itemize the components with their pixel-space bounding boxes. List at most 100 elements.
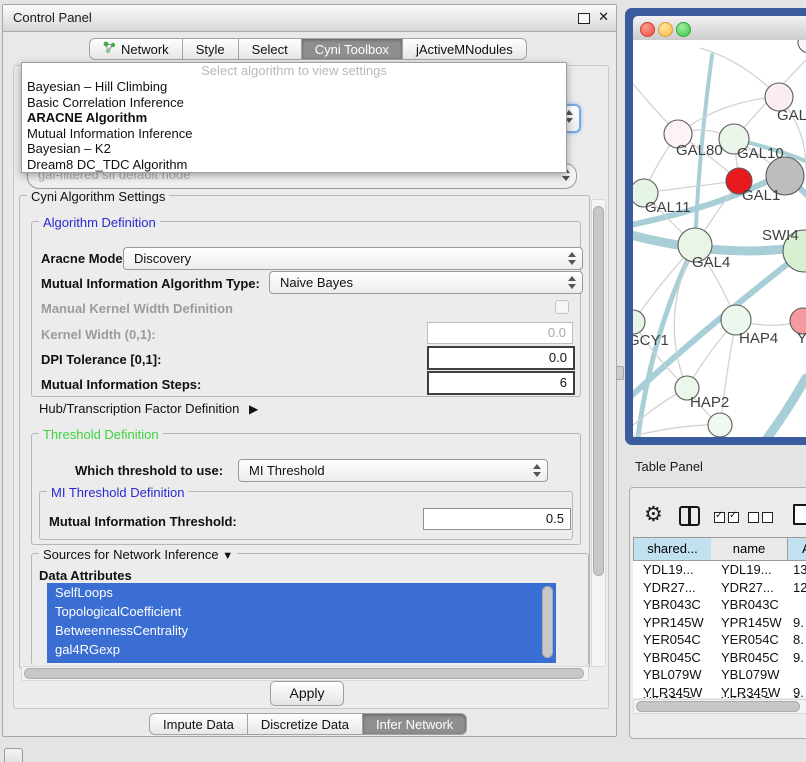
dpi-tolerance-field[interactable]: 0.0 — [427, 346, 575, 370]
dropdown-item[interactable]: Bayesian – Hill Climbing — [22, 79, 566, 95]
table-cell[interactable]: 8. — [793, 631, 806, 649]
dropdown-item[interactable]: Bayesian – K2 — [22, 141, 566, 157]
dropdown-item[interactable]: Dream8 DC_TDC Algorithm — [22, 157, 566, 173]
list-item[interactable]: BetweennessCentrality — [47, 621, 556, 640]
table-cell[interactable] — [793, 666, 806, 684]
settings-hscrollbar-track[interactable] — [21, 666, 589, 681]
network-canvas[interactable]: GAL GAL80 GAL10 GAL1 GAL11 SWI4 GAL4 GCY… — [633, 40, 806, 437]
network-node[interactable] — [798, 40, 806, 53]
table-cell[interactable]: 9. — [793, 693, 806, 698]
table-cell[interactable]: YBL079W — [643, 666, 713, 684]
table-cell[interactable]: YER054C — [721, 631, 789, 649]
table-cell[interactable]: YDR27... — [643, 579, 713, 597]
list-item-partial[interactable] — [47, 659, 556, 663]
bottom-tabbar: Impute Data Discretize Data Infer Networ… — [149, 713, 467, 735]
node-label: GAL1 — [742, 187, 780, 204]
select-all-checkboxes-icon[interactable] — [714, 510, 742, 528]
node-label: Y — [797, 330, 806, 347]
close-icon[interactable]: ✕ — [598, 9, 609, 25]
deselect-all-checkboxes-icon[interactable] — [748, 510, 776, 528]
settings-hscrollbar-thumb[interactable] — [24, 668, 584, 679]
table-cell[interactable]: YDR27... — [721, 579, 789, 597]
data-attributes-list: SelfLoops TopologicalCoefficient Between… — [47, 583, 556, 663]
sources-collapser[interactable]: Sources for Network Inference ▼ — [39, 547, 237, 562]
table-cell[interactable]: 12 — [793, 579, 806, 597]
table-cell[interactable]: 9. — [793, 614, 806, 632]
aracne-mode-combobox[interactable]: Discovery — [123, 247, 583, 270]
node-label: HAP2 — [690, 394, 729, 411]
table-cell[interactable]: YPR145W — [643, 614, 713, 632]
table-cell[interactable]: YBR043C — [721, 596, 789, 614]
node-label: HAP4 — [739, 330, 778, 347]
kernel-width-field[interactable]: 0.0 — [427, 322, 573, 344]
table-cell[interactable]: YBR043C — [643, 596, 713, 614]
table-cell[interactable] — [793, 596, 806, 614]
network-view-window: GAL GAL80 GAL10 GAL1 GAL11 SWI4 GAL4 GCY… — [625, 8, 806, 445]
dropdown-item[interactable]: Mutual Information Inference — [22, 126, 566, 142]
mi-threshold-label: Mutual Information Threshold: — [49, 514, 237, 529]
tab-discretize-data[interactable]: Discretize Data — [248, 713, 363, 735]
manual-kernel-label: Manual Kernel Width Definition — [41, 301, 233, 316]
table-hscrollbar-track[interactable] — [633, 699, 806, 714]
table-cell[interactable]: YBL079W — [721, 666, 789, 684]
settings-gear-icon[interactable]: ⚙ — [644, 504, 663, 526]
network-window-titlebar[interactable] — [633, 16, 806, 41]
splitpane-divider-handle[interactable] — [616, 366, 624, 380]
table-cell[interactable]: YDL19... — [643, 561, 713, 579]
kernel-width-label: Kernel Width (0,1): — [41, 327, 156, 342]
dropdown-item[interactable]: Basic Correlation Inference — [22, 95, 566, 111]
table-cell[interactable]: YER054C — [643, 631, 713, 649]
table-cell[interactable]: YDL19... — [721, 561, 789, 579]
split-columns-icon[interactable] — [679, 506, 700, 526]
group-title: Cyni Algorithm Settings — [27, 189, 169, 204]
minimize-traffic-light-icon[interactable] — [658, 22, 673, 37]
tab-cyni-toolbox[interactable]: Cyni Toolbox — [302, 38, 403, 60]
apply-button[interactable]: Apply — [270, 681, 344, 706]
network-node-gcy1[interactable] — [633, 310, 645, 334]
column-header-partial[interactable]: A — [788, 537, 806, 561]
close-traffic-light-icon[interactable] — [640, 22, 655, 37]
minimized-panel-icon[interactable] — [4, 748, 23, 762]
settings-vscrollbar-thumb[interactable] — [593, 206, 604, 576]
mi-type-label: Mutual Information Algorithm Type: — [41, 276, 260, 291]
mi-type-combobox[interactable]: Naive Bayes — [269, 271, 583, 294]
table-cell[interactable]: YPR145W — [721, 614, 789, 632]
table-cell[interactable]: YIL052C — [721, 693, 789, 698]
tab-select[interactable]: Select — [239, 38, 302, 60]
manual-kernel-checkbox[interactable] — [555, 300, 569, 314]
column-header-shared-name[interactable]: shared... — [633, 537, 712, 561]
table-hscrollbar-thumb[interactable] — [636, 701, 800, 712]
table-cell[interactable]: 9. — [793, 649, 806, 667]
node-label: GCY1 — [633, 332, 669, 349]
tab-jactivemnodules[interactable]: jActiveMNodules — [403, 38, 527, 60]
zoom-traffic-light-icon[interactable] — [676, 22, 691, 37]
tab-impute-data[interactable]: Impute Data — [149, 713, 248, 735]
table-cell[interactable]: 13 — [793, 561, 806, 579]
table-cell[interactable]: YBR045C — [721, 649, 789, 667]
node-label: GAL — [777, 107, 806, 124]
table-cell[interactable]: YIL052C — [643, 693, 713, 698]
mi-steps-field[interactable]: 6 — [427, 371, 575, 395]
list-item[interactable]: gal4RGexp — [47, 640, 556, 659]
tab-network[interactable]: Network — [89, 38, 183, 60]
group-title: Threshold Definition — [39, 427, 163, 442]
node-table: shared... name A YDL19... YDL19... 13 YD… — [633, 537, 806, 698]
node-label: GAL80 — [676, 142, 723, 159]
group-title: MI Threshold Definition — [47, 485, 188, 500]
tab-infer-network[interactable]: Infer Network — [363, 713, 467, 735]
tab-style[interactable]: Style — [183, 38, 239, 60]
list-item[interactable]: TopologicalCoefficient — [47, 602, 556, 621]
float-window-icon[interactable] — [578, 13, 590, 24]
mi-threshold-field[interactable]: 0.5 — [423, 508, 571, 530]
control-panel-titlebar: Control Panel ✕ — [3, 5, 616, 32]
list-scrollbar[interactable] — [542, 586, 553, 658]
hub-definition-expander[interactable]: Hub/Transcription Factor Definition ▶ — [39, 401, 252, 416]
which-threshold-combobox[interactable]: MI Threshold — [238, 459, 548, 482]
table-cell[interactable]: YBR045C — [643, 649, 713, 667]
list-item[interactable]: SelfLoops — [47, 583, 556, 602]
column-header-name[interactable]: name — [711, 537, 788, 561]
document-icon[interactable] — [793, 504, 806, 525]
network-node[interactable] — [708, 413, 732, 437]
settings-vscrollbar-track[interactable] — [591, 199, 606, 667]
dropdown-item-highlighted[interactable]: ARACNE Algorithm — [22, 110, 566, 126]
